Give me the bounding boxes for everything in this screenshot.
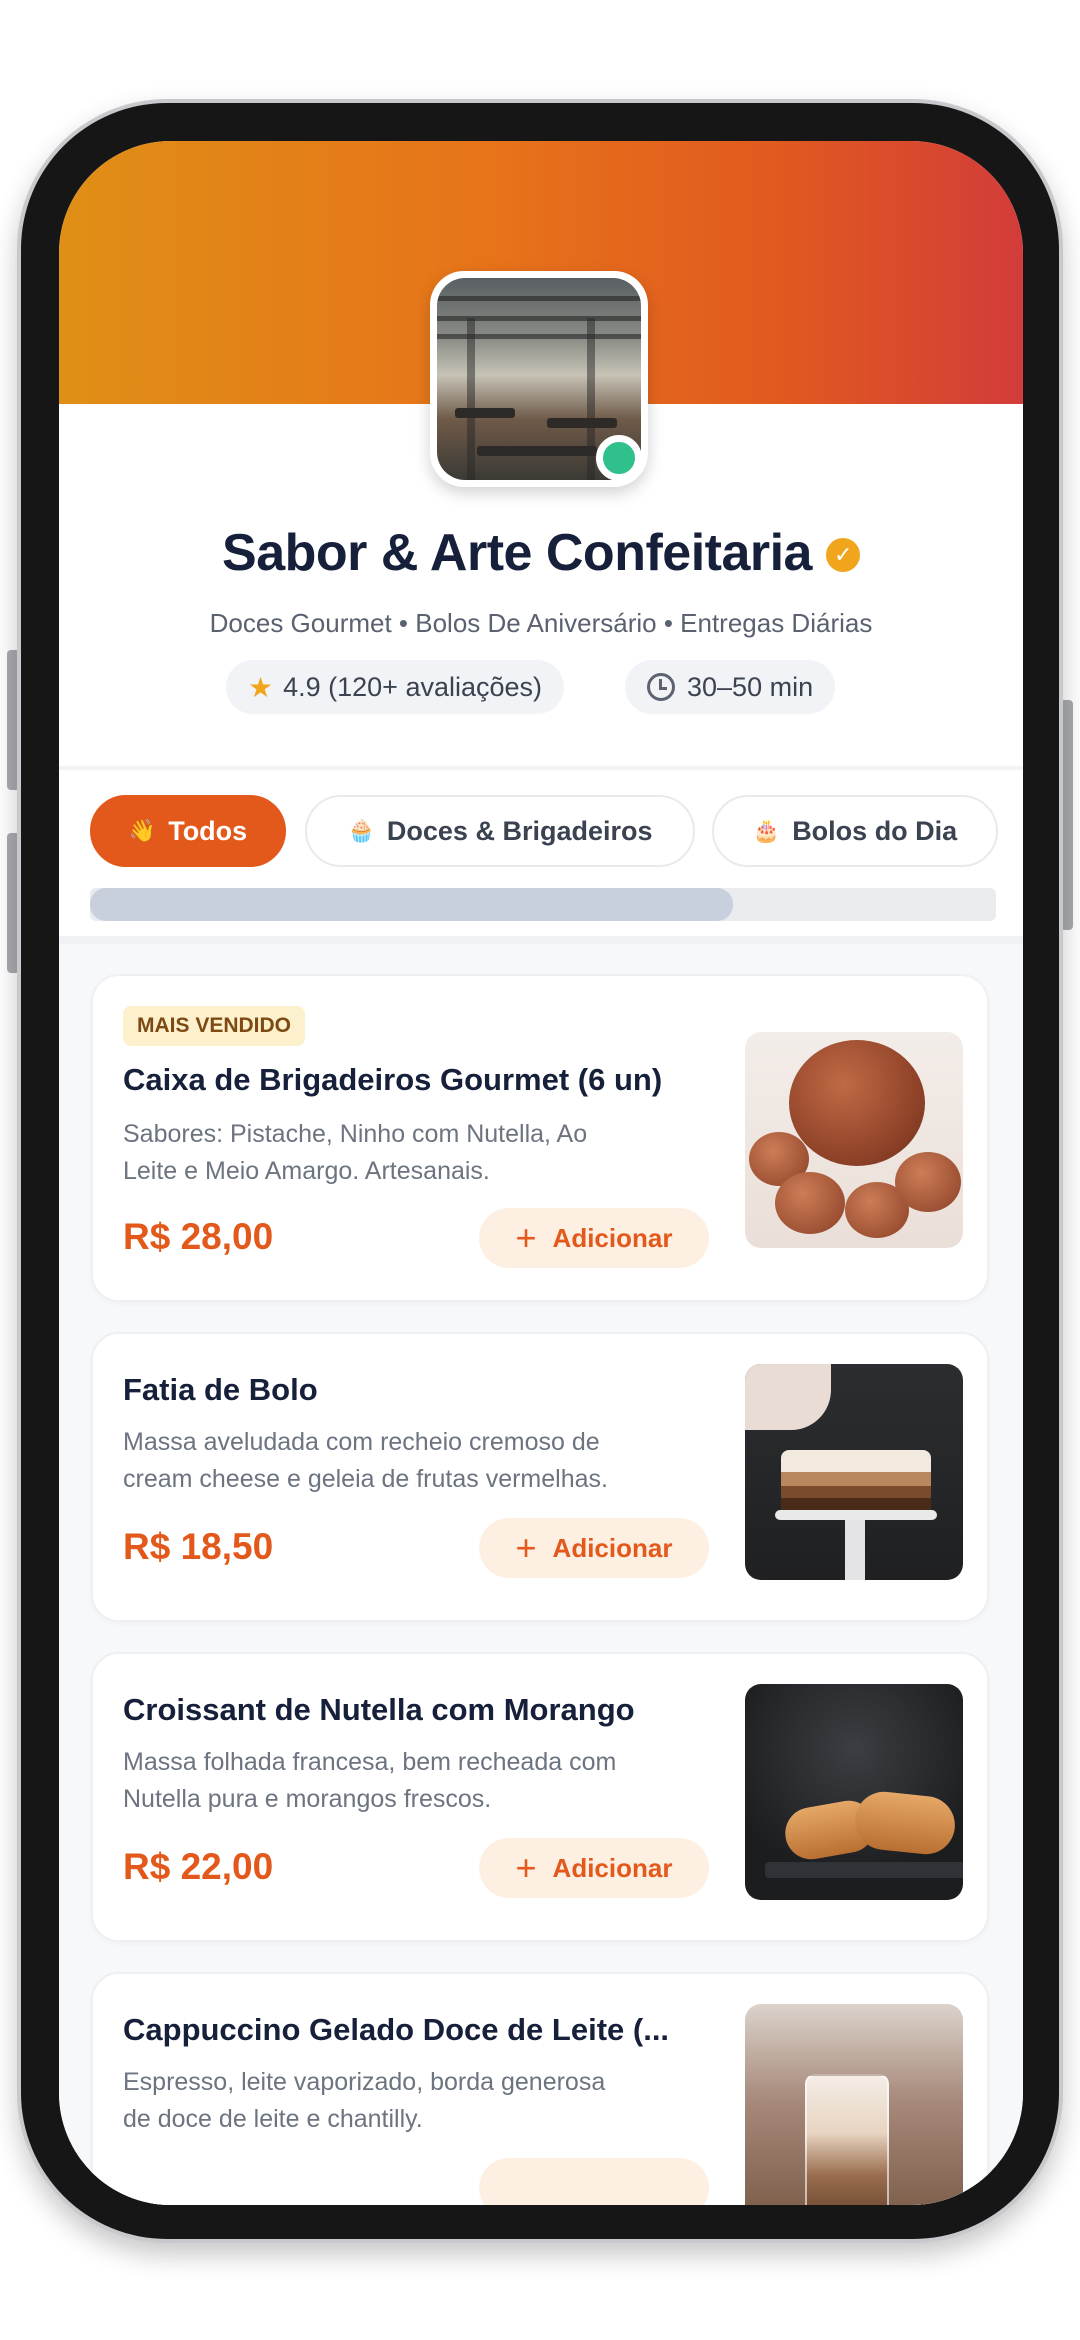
item-photo[interactable] — [745, 1032, 963, 1248]
item-description-line: de doce de leite e chantilly. — [123, 2105, 423, 2133]
cake-stand-image — [775, 1510, 937, 1520]
app-screen: Sabor & Arte Confeitaria ✓ Doces Gourmet … — [59, 141, 1023, 2205]
plus-icon: + — [515, 1527, 537, 1568]
store-avatar[interactable] — [430, 271, 648, 487]
item-description-line: Massa aveludada com recheio cremoso de — [123, 1428, 600, 1456]
plus-icon: + — [515, 1847, 537, 1888]
delivery-time-pill[interactable]: 30–50 min — [625, 660, 836, 714]
item-description-line: Massa folhada francesa, bem recheada com — [123, 1748, 617, 1776]
rating-text: 4.9 (120+ avaliações) — [283, 671, 543, 702]
menu-item-card[interactable]: Fatia de Bolo Massa aveludada com rechei… — [91, 1332, 989, 1622]
iced-coffee-image — [805, 2074, 889, 2205]
item-description-line: cream cheese e geleia de frutas vermelha… — [123, 1465, 608, 1493]
tabs-scrollbar[interactable] — [90, 888, 996, 921]
section-divider — [59, 766, 1023, 770]
item-title: Caixa de Brigadeiros Gourmet (6 un) — [123, 1062, 663, 1097]
item-title: Cappuccino Gelado Doce de Leite (... — [123, 2012, 670, 2047]
verified-badge-icon: ✓ — [825, 538, 860, 572]
store-tagline: Doces Gourmet • Bolos De Aniversário • E… — [209, 608, 873, 638]
tab-bolos-do-dia[interactable]: 🎂 Bolos do Dia — [712, 795, 998, 867]
piping-hand-image — [745, 1364, 831, 1430]
section-divider — [59, 936, 1023, 944]
wave-icon: 👋 — [128, 818, 157, 843]
item-description: Massa aveludada com recheio cremoso de c… — [123, 1424, 713, 1498]
cake-icon: 🎂 — [752, 818, 781, 843]
menu-item-card[interactable]: MAIS VENDIDO Caixa de Brigadeiros Gourme… — [91, 974, 989, 1302]
add-button-label: Adicionar — [552, 1532, 673, 1563]
store-title: Sabor & Arte Confeitaria ✓ — [59, 523, 1023, 583]
tab-todos[interactable]: 👋 Todos — [90, 795, 286, 867]
tab-doces-brigadeiros[interactable]: 🧁 Doces & Brigadeiros — [305, 795, 695, 867]
store-name: Sabor & Arte Confeitaria — [222, 524, 812, 582]
tab-label: Bolos do Dia — [792, 815, 958, 846]
add-button[interactable] — [479, 2158, 709, 2205]
menu-list: MAIS VENDIDO Caixa de Brigadeiros Gourme… — [59, 944, 1023, 2205]
item-photo[interactable] — [745, 1684, 963, 1900]
star-icon: ★ — [248, 671, 274, 703]
menu-item-card[interactable]: Croissant de Nutella com Morango Massa f… — [91, 1652, 989, 1942]
item-description-line: Sabores: Pistache, Ninho com Nutella, Ao — [123, 1120, 588, 1148]
add-button[interactable]: + Adicionar — [479, 1838, 709, 1898]
clock-icon — [647, 673, 675, 701]
delivery-time-text: 30–50 min — [687, 671, 814, 702]
item-description-line: Espresso, leite vaporizado, borda genero… — [123, 2068, 606, 2096]
plus-icon: + — [515, 1217, 537, 1258]
tab-label: Doces & Brigadeiros — [386, 815, 653, 846]
phone-bezel: Sabor & Arte Confeitaria ✓ Doces Gourmet … — [21, 103, 1059, 2239]
tabs-scrollbar-thumb[interactable] — [90, 888, 734, 921]
online-status-dot — [596, 435, 642, 481]
item-photo[interactable] — [745, 2004, 963, 2205]
item-title: Croissant de Nutella com Morango — [123, 1692, 635, 1727]
item-description: Sabores: Pistache, Ninho com Nutella, Ao… — [123, 1116, 713, 1190]
item-photo[interactable] — [745, 1364, 963, 1580]
item-title: Fatia de Bolo — [123, 1372, 318, 1407]
board-image — [765, 1862, 963, 1878]
rating-pill[interactable]: ★ 4.9 (120+ avaliações) — [226, 660, 565, 714]
add-button[interactable]: + Adicionar — [479, 1518, 709, 1578]
item-price: R$ 18,50 — [123, 1526, 274, 1567]
phone-frame: Sabor & Arte Confeitaria ✓ Doces Gourmet … — [17, 99, 1063, 2243]
add-button-label: Adicionar — [552, 1852, 673, 1883]
item-description: Massa folhada francesa, bem recheada com… — [123, 1744, 713, 1818]
item-price: R$ 22,00 — [123, 1846, 274, 1887]
item-description-line: Nutella pura e morangos frescos. — [123, 1785, 492, 1813]
item-description: Espresso, leite vaporizado, borda genero… — [123, 2064, 713, 2138]
cupcake-icon: 🧁 — [347, 818, 375, 843]
best-seller-badge: MAIS VENDIDO — [123, 1006, 306, 1046]
brigadeiro-image — [789, 1040, 925, 1166]
add-button-label: Adicionar — [552, 1222, 673, 1253]
item-price: R$ 28,00 — [123, 1216, 274, 1257]
item-description-line: Leite e Meio Amargo. Artesanais. — [123, 1157, 490, 1185]
tab-label: Todos — [168, 815, 248, 846]
add-button[interactable]: + Adicionar — [479, 1208, 709, 1268]
menu-item-card[interactable]: Cappuccino Gelado Doce de Leite (... Esp… — [91, 1972, 989, 2205]
